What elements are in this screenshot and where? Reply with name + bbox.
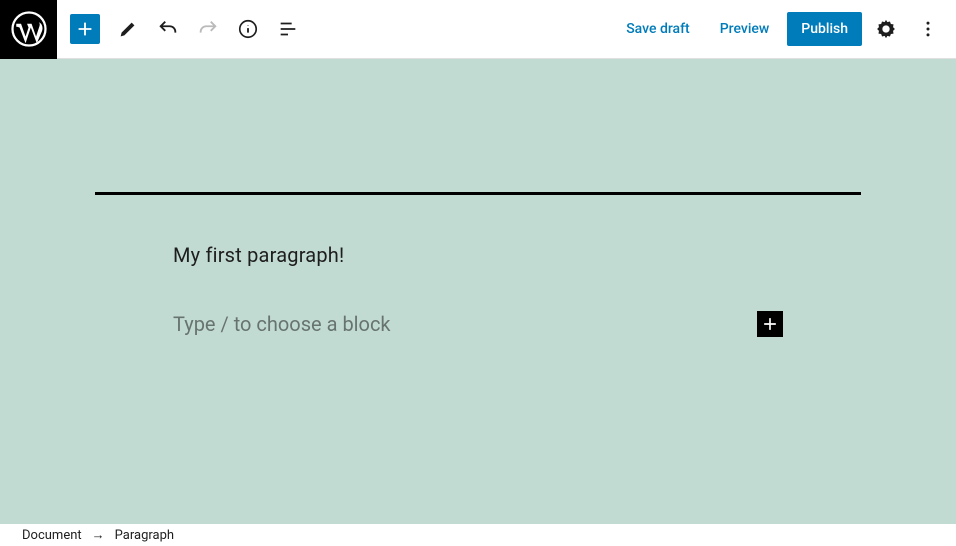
- breadcrumb-root[interactable]: Document: [22, 528, 82, 543]
- redo-button[interactable]: [190, 11, 226, 47]
- breadcrumb-separator: →: [92, 527, 105, 543]
- save-draft-button[interactable]: Save draft: [614, 13, 702, 45]
- editor-canvas[interactable]: My first paragraph! Type / to choose a b…: [0, 59, 956, 524]
- paragraph-block[interactable]: My first paragraph!: [173, 243, 783, 267]
- editor-header: Save draft Preview Publish: [0, 0, 956, 59]
- inline-add-button[interactable]: [757, 311, 783, 337]
- preview-button[interactable]: Preview: [708, 13, 782, 45]
- edit-tool-button[interactable]: [110, 11, 146, 47]
- gear-icon: [875, 18, 897, 40]
- post-title-input[interactable]: [95, 137, 861, 195]
- add-block-button[interactable]: [70, 14, 100, 44]
- wordpress-logo[interactable]: [0, 0, 57, 59]
- plus-icon: [74, 18, 96, 40]
- more-button[interactable]: [910, 11, 946, 47]
- toolbar-right: Save draft Preview Publish: [614, 11, 956, 47]
- undo-button[interactable]: [150, 11, 186, 47]
- publish-button[interactable]: Publish: [787, 12, 862, 46]
- settings-button[interactable]: [868, 11, 904, 47]
- info-icon: [237, 18, 259, 40]
- outline-button[interactable]: [270, 11, 306, 47]
- content-column: My first paragraph! Type / to choose a b…: [173, 243, 783, 337]
- block-placeholder[interactable]: Type / to choose a block: [173, 312, 749, 336]
- info-button[interactable]: [230, 11, 266, 47]
- wordpress-icon: [11, 11, 47, 47]
- pencil-icon: [117, 18, 139, 40]
- more-vertical-icon: [918, 19, 938, 39]
- breadcrumb-current[interactable]: Paragraph: [115, 528, 174, 543]
- list-icon: [277, 18, 299, 40]
- toolbar-left: [57, 11, 306, 47]
- undo-icon: [157, 18, 179, 40]
- block-appender-row: Type / to choose a block: [173, 311, 783, 337]
- redo-icon: [197, 18, 219, 40]
- block-breadcrumb: Document → Paragraph: [0, 524, 956, 546]
- plus-icon: [760, 314, 780, 334]
